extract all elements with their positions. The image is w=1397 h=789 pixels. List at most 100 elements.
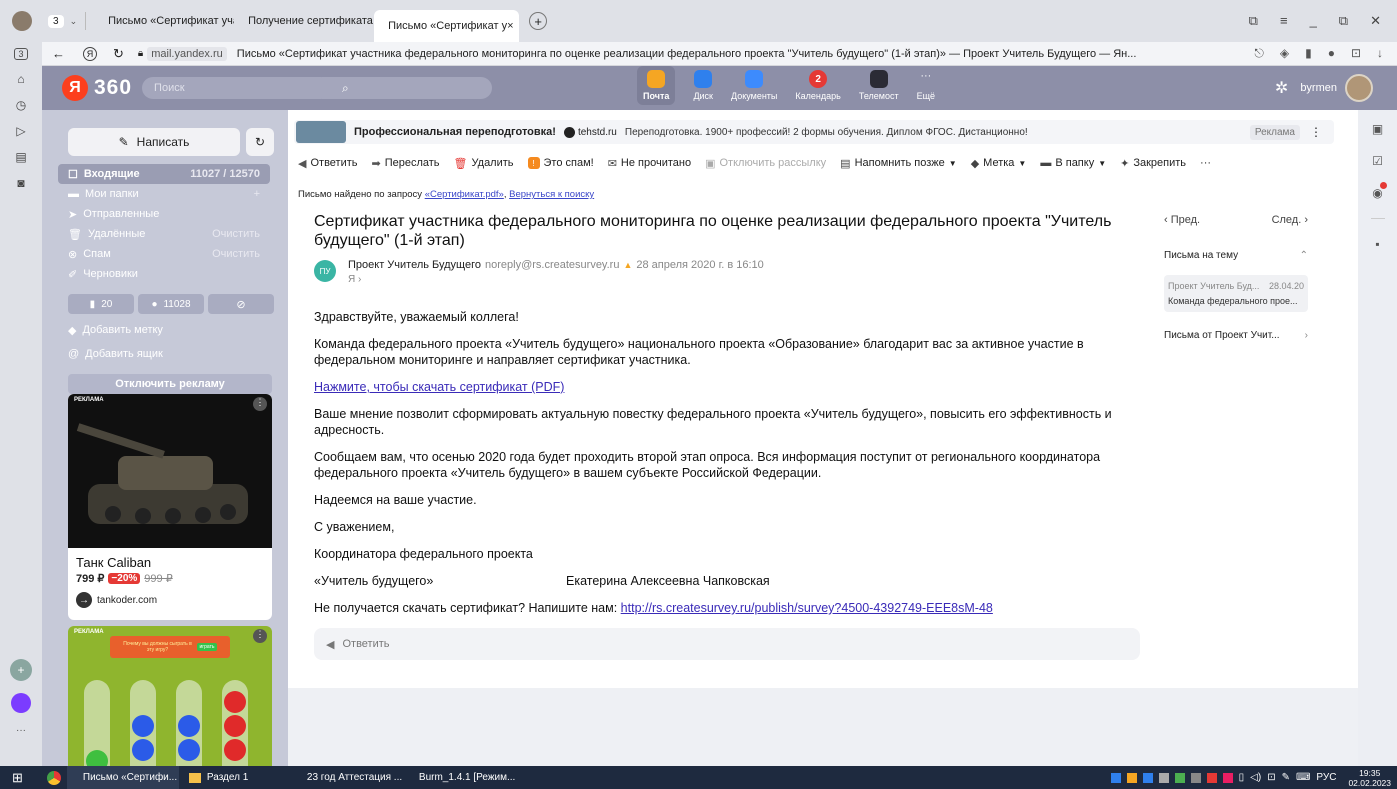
folder-sent[interactable]: ➤ Отправленные: [58, 204, 270, 224]
chrome-icon[interactable]: [46, 770, 61, 785]
language-indicator[interactable]: РУС: [1316, 772, 1336, 783]
folder-spam[interactable]: ⊗ Спам Очистить: [58, 244, 270, 264]
back-icon[interactable]: ←: [52, 46, 65, 61]
clock[interactable]: 19:35 02.02.2023: [1348, 768, 1391, 788]
spam-button[interactable]: ! Это спам!: [527, 157, 594, 169]
search-input[interactable]: Поиск: [142, 77, 333, 99]
bookmark-icon[interactable]: ▮: [1305, 46, 1312, 61]
alarm-icon[interactable]: ⌂: [17, 72, 24, 86]
add-mailbox-link[interactable]: @ Добавить ящик: [58, 344, 288, 364]
app-documents[interactable]: Документы: [731, 66, 777, 105]
logo-360[interactable]: 360: [94, 76, 132, 100]
protect-icon[interactable]: ◈: [1280, 46, 1289, 61]
tab-item-active[interactable]: Письмо «Сертификат у ×: [374, 10, 520, 42]
notes-icon[interactable]: ▣: [1372, 122, 1383, 136]
reply-button[interactable]: ◀ Ответить: [298, 157, 358, 170]
yandex-logo[interactable]: Я: [62, 75, 88, 101]
pin-button[interactable]: ✦ Закрепить: [1120, 157, 1186, 170]
quick-reply-box[interactable]: ◀ Ответить: [314, 628, 1140, 660]
app-telemost[interactable]: Телемост: [859, 66, 899, 105]
thread-item[interactable]: Проект Учитель Буд... 28.04.20 Команда ф…: [1164, 275, 1308, 312]
url-domain[interactable]: mail.yandex.ru: [147, 46, 227, 61]
window-close-icon[interactable]: ✕: [1370, 13, 1381, 29]
app-more[interactable]: ··· Ещё: [917, 66, 935, 105]
keyboard-icon[interactable]: ⌨: [1296, 772, 1310, 783]
tray-icon[interactable]: [1206, 772, 1217, 783]
reload-icon[interactable]: ↻: [113, 46, 124, 62]
ad-card-tank[interactable]: РЕКЛАМА ⋮ Танк Caliban 799 ₽ −20% 999 ₽ …: [68, 394, 272, 620]
messenger-icon[interactable]: ◙: [17, 176, 24, 190]
recipient-line[interactable]: Я ›: [348, 274, 361, 285]
ad-menu-icon[interactable]: ⋮: [253, 629, 267, 643]
username[interactable]: byrmen: [1300, 82, 1337, 94]
user-avatar[interactable]: [1345, 74, 1373, 102]
attachments-filter[interactable]: ⊘: [208, 294, 274, 314]
chevron-up-icon[interactable]: ⌃: [1300, 250, 1308, 261]
unsubscribe-button[interactable]: ▣ Отключить рассылку: [705, 157, 826, 170]
disable-ads-button[interactable]: Отключить рекламу: [68, 374, 272, 394]
taskbar-item[interactable]: Раздел 1: [179, 766, 291, 789]
back-to-search-link[interactable]: Вернуться к поиску: [509, 189, 594, 200]
more-dots-icon[interactable]: ···: [16, 725, 26, 736]
refresh-button[interactable]: ↻: [246, 128, 274, 156]
reader-icon[interactable]: ⊡: [1351, 46, 1361, 61]
ad-site[interactable]: tankoder.com: [97, 595, 157, 606]
mark-unread-button[interactable]: ✉ Не прочитано: [608, 157, 691, 170]
history-icon[interactable]: ◷: [16, 98, 26, 112]
taskbar-item[interactable]: Письмо «Сертифи...: [66, 766, 179, 789]
profile-avatar[interactable]: [12, 11, 32, 31]
taskbar-item[interactable]: 23 год Аттестация ...: [291, 766, 403, 789]
tray-icon[interactable]: [1126, 772, 1137, 783]
tray-icon[interactable]: [1222, 772, 1233, 783]
download-link[interactable]: Нажмите, чтобы скачать сертификат (PDF): [314, 379, 1154, 395]
tab-counter[interactable]: 3: [48, 14, 64, 28]
download-icon[interactable]: ↓: [1377, 46, 1383, 61]
delete-button[interactable]: 🗑︎ Удалить: [454, 157, 514, 170]
more-actions-button[interactable]: ···: [1200, 157, 1211, 169]
thread-header[interactable]: Письма на тему: [1164, 250, 1238, 261]
sender-thread-link[interactable]: Письма от Проект Учит... ›: [1164, 330, 1308, 341]
app-disk[interactable]: Диск: [693, 66, 713, 105]
app-mail[interactable]: Почта: [637, 66, 676, 105]
restore-icon[interactable]: ⧉: [1339, 13, 1348, 29]
folder-my-folders[interactable]: ▬ Мои папки +: [58, 184, 270, 204]
new-tab-button[interactable]: +: [529, 12, 548, 30]
add-panel-icon[interactable]: +: [10, 659, 32, 681]
yandex-icon[interactable]: Я: [83, 46, 97, 61]
ad-banner[interactable]: Профессиональная переподготовка! tehstd.…: [294, 120, 1334, 144]
pen-icon[interactable]: ✎: [1282, 772, 1290, 783]
search-query-link[interactable]: «Сертификат.pdf»: [425, 189, 504, 200]
tray-icon[interactable]: [1110, 772, 1121, 783]
banner-menu-icon[interactable]: ⋮: [1310, 125, 1322, 139]
battery-icon[interactable]: ▯: [1239, 772, 1245, 783]
minimize-icon[interactable]: _: [1310, 13, 1317, 29]
taskbar-item[interactable]: Burm_1.4.1 [Режим...: [403, 766, 515, 789]
folder-trash[interactable]: 🗑︎ Удалённые Очистить: [58, 224, 270, 244]
unread-filter[interactable]: ● 11028: [138, 294, 204, 314]
network-icon[interactable]: ⊡: [1267, 772, 1275, 783]
start-icon[interactable]: ⊞: [12, 770, 23, 786]
app-calendar[interactable]: 2 Календарь: [795, 66, 841, 105]
tab-count-icon[interactable]: 3: [14, 48, 28, 60]
tray-icon[interactable]: [1142, 772, 1153, 783]
sender-email[interactable]: noreply@rs.createsurvey.ru: [485, 259, 619, 271]
close-icon[interactable]: ×: [507, 20, 513, 32]
notes-icon[interactable]: ▤: [15, 150, 26, 164]
add-label-link[interactable]: ◆ Добавить метку: [58, 320, 288, 340]
tasks-icon[interactable]: ☑: [1372, 154, 1383, 168]
tray-icon[interactable]: [1158, 772, 1169, 783]
search-bar-extended[interactable]: ⌕: [322, 77, 493, 99]
settings-gear-icon[interactable]: ✲: [1275, 78, 1288, 98]
survey-link[interactable]: http://rs.createsurvey.ru/publish/survey…: [621, 601, 993, 615]
folder-inbox[interactable]: ☐ Входящие 11027 / 12570: [58, 164, 270, 184]
sender-name[interactable]: Проект Учитель Будущего: [348, 259, 481, 271]
sender-avatar[interactable]: ПУ: [314, 260, 336, 282]
tray-icon[interactable]: [1174, 772, 1185, 783]
tab-item[interactable]: Письмо «Сертификат учас: [94, 7, 234, 35]
chat-icon[interactable]: ◉: [1372, 182, 1387, 200]
remind-later-button[interactable]: ▤ Напомнить позже ▼: [840, 157, 957, 170]
ad-card-game[interactable]: РЕКЛАМА ⋮ Почему вы должны сыграть в эту…: [68, 626, 272, 766]
tips-icon[interactable]: ●: [1328, 46, 1335, 61]
video-icon[interactable]: ▪: [1375, 237, 1379, 251]
move-to-folder-button[interactable]: ▬ В папку ▼: [1040, 157, 1106, 169]
